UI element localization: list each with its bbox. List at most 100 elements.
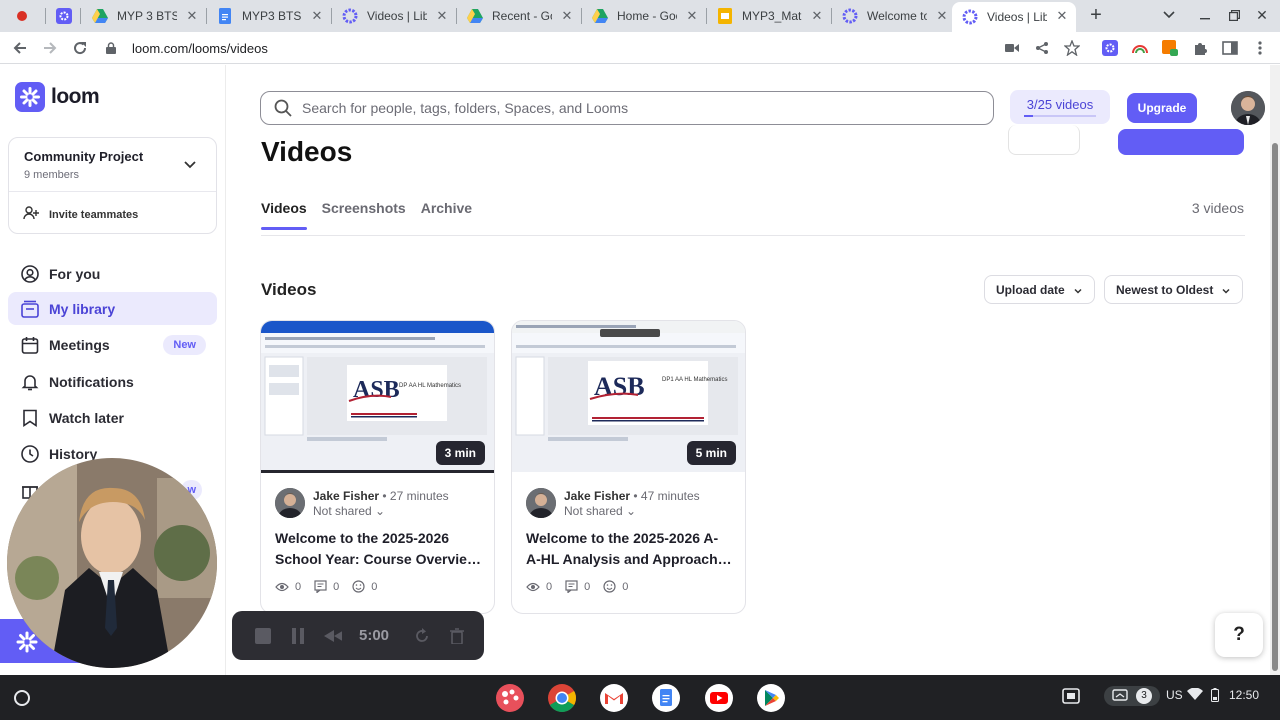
launcher-icon[interactable] [6,682,38,714]
avatar[interactable] [1231,91,1265,125]
clock[interactable]: 12:50 [1229,688,1259,702]
browser-tab[interactable]: MYP3_Mathe ✕ [707,2,831,30]
browser-tab-active[interactable]: Videos | Libr ✕ [952,2,1076,32]
author-name[interactable]: Jake Fisher [564,489,630,503]
sidebar-item-meetings[interactable]: Meetings New [8,328,217,361]
status-tray[interactable]: 3 [1104,686,1160,706]
sort-field-dropdown[interactable]: Upload date [984,275,1095,304]
author-name[interactable]: Jake Fisher [313,489,379,503]
loom-logo[interactable]: loom [15,82,100,112]
library-tabs: Videos Screenshots Archive [261,200,487,230]
tab-screenshots[interactable]: Screenshots [322,200,406,230]
browser-tab-recording[interactable] [4,2,42,30]
partial-button[interactable] [1008,125,1080,155]
forward-icon[interactable] [38,36,62,60]
loom-extension-icon[interactable] [1100,38,1120,58]
tab-archive[interactable]: Archive [421,200,472,230]
extension-badge-icon[interactable] [1160,38,1180,58]
rainbow-extension-icon[interactable] [1130,38,1150,58]
search-input[interactable]: Search for people, tags, folders, Spaces… [260,91,994,125]
chevron-down-icon: ⌄ [626,504,637,518]
loom-icon [842,8,858,24]
chevron-down-icon[interactable] [182,156,198,172]
browser-tab[interactable]: Welcome to ✕ [832,2,956,30]
invite-teammates-button[interactable]: Invite teammates [23,206,138,223]
chevron-down-icon [1073,285,1083,295]
close-icon[interactable]: ✕ [309,8,325,24]
menu-kebab-icon[interactable] [1250,38,1270,58]
comment-icon [314,580,327,593]
palette-icon[interactable] [494,682,526,714]
video-thumbnail[interactable]: ASB DP AA HL Mathematics 3 min [261,321,494,472]
video-title[interactable]: Welcome to the 2025-2026 A- A-HL Analysis… [526,528,736,570]
extensions-puzzle-icon[interactable] [1190,38,1210,58]
share-icon[interactable] [1032,38,1052,58]
video-total-count: 3 videos [1191,200,1244,216]
url-field[interactable]: loom.com/looms/videos [104,34,1094,62]
bookmark-icon [20,408,40,428]
sidebar-item-watch-later[interactable]: Watch later [8,401,217,434]
chrome-icon[interactable] [546,682,578,714]
webcam-bubble[interactable] [7,458,217,668]
sidebar-item-notifications[interactable]: Notifications [8,365,217,398]
close-window-icon[interactable]: ✕ [1250,3,1274,27]
browser-tab-loom[interactable] [46,2,80,30]
sidebar-item-for-you[interactable]: For you [8,257,217,290]
youtube-icon[interactable] [703,682,735,714]
video-title[interactable]: Welcome to the 2025-2026 School Year: Cou… [275,528,485,570]
video-thumbnail[interactable]: ASB DP1 AA HL Mathematics 5 min [512,321,745,472]
rewind-icon[interactable] [324,627,342,645]
scrollbar[interactable] [1270,65,1280,675]
workspace-name: Community Project [24,149,144,164]
docs-icon[interactable] [650,682,682,714]
browser-tab[interactable]: Videos | Libr ✕ [332,2,456,30]
sort-order-dropdown[interactable]: Newest to Oldest [1104,275,1244,304]
browser-tab[interactable]: Home - Goog ✕ [582,2,706,30]
restore-icon[interactable] [1222,3,1246,27]
browser-tab[interactable]: MYP 3 BTS V ✕ [82,2,206,30]
tab-search-icon[interactable] [1157,3,1181,27]
sharing-dropdown[interactable]: Not shared ⌄ [313,504,385,518]
close-icon[interactable]: ✕ [934,8,950,24]
tab-videos[interactable]: Videos [261,200,307,230]
play-store-icon[interactable] [755,682,787,714]
camera-icon[interactable] [1002,38,1022,58]
browser-tab[interactable]: MYP3 BTS Lo ✕ [207,2,331,30]
input-locale[interactable]: US [1166,688,1183,702]
stop-icon[interactable] [254,627,272,645]
video-stats: 0 0 0 [275,580,390,593]
star-icon[interactable] [1062,38,1082,58]
close-icon[interactable]: ✕ [809,8,825,24]
video-quota[interactable]: 3/25 videos [1010,90,1110,124]
browser-tab[interactable]: Recent - Goo ✕ [457,2,581,30]
side-panel-icon[interactable] [1220,38,1240,58]
google-docs-icon [217,8,233,24]
sidebar-item-my-library[interactable]: My library [8,292,217,325]
video-card[interactable]: ASB DP AA HL Mathematics 3 min Jake Fish… [260,320,495,614]
holding-space-icon[interactable] [1062,688,1080,704]
restart-icon[interactable] [413,627,431,645]
video-card[interactable]: ASB DP1 AA HL Mathematics 5 min Jake Fis… [511,320,746,614]
close-icon[interactable]: ✕ [434,8,450,24]
minimize-icon[interactable] [1193,3,1217,27]
trash-icon[interactable] [448,627,466,645]
upgrade-button[interactable]: Upgrade [1127,93,1197,123]
sharing-dropdown[interactable]: Not shared ⌄ [564,504,636,518]
help-button[interactable]: ? [1215,613,1263,657]
back-icon[interactable] [8,36,32,60]
close-icon[interactable]: ✕ [559,8,575,24]
invite-label: Invite teammates [49,208,139,221]
gmail-icon[interactable] [598,682,630,714]
pause-icon[interactable] [289,627,307,645]
nav-label: Meetings [49,336,110,353]
workspace-switcher[interactable]: Community Project 9 members Invite teamm… [8,137,217,234]
new-tab-icon[interactable]: + [1084,3,1108,27]
partial-new-video-button[interactable] [1118,129,1244,155]
video-age: 27 minutes [389,489,449,503]
close-icon[interactable]: ✕ [1054,8,1070,24]
author-avatar[interactable] [275,488,305,518]
reload-icon[interactable] [68,36,92,60]
author-avatar[interactable] [526,488,556,518]
close-icon[interactable]: ✕ [184,8,200,24]
close-icon[interactable]: ✕ [684,8,700,24]
